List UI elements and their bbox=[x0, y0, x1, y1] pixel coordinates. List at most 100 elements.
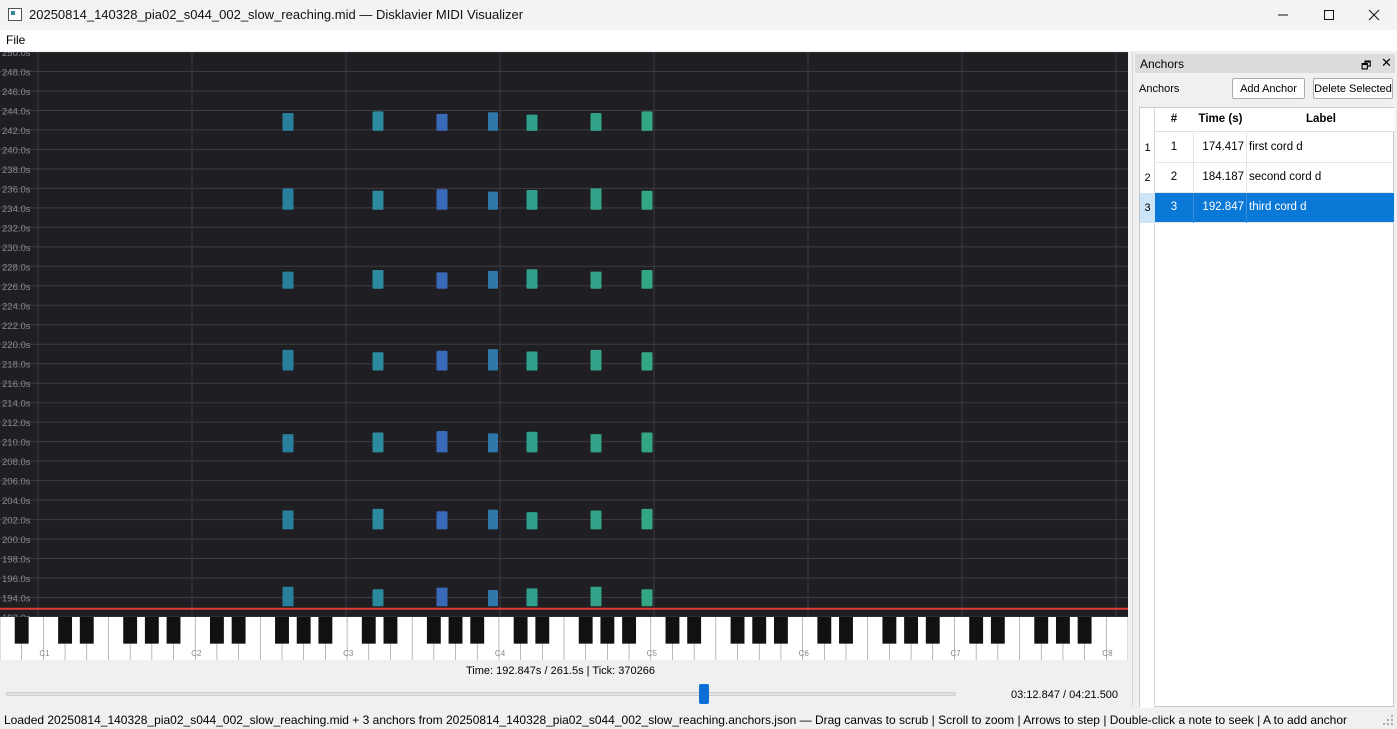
header-label[interactable]: Label bbox=[1247, 113, 1395, 125]
slider-handle[interactable] bbox=[698, 684, 709, 704]
black-key[interactable] bbox=[361, 617, 376, 644]
black-key[interactable] bbox=[123, 617, 138, 644]
black-key[interactable] bbox=[817, 617, 832, 644]
dock-float-icon[interactable]: 🗗 bbox=[1361, 57, 1371, 76]
note-bar[interactable] bbox=[282, 586, 294, 607]
dock-close-icon[interactable]: ✕ bbox=[1381, 55, 1392, 71]
note-bar[interactable] bbox=[590, 188, 602, 210]
note-bar[interactable] bbox=[436, 189, 448, 210]
black-key[interactable] bbox=[470, 617, 485, 644]
black-key[interactable] bbox=[58, 617, 73, 644]
note-bar[interactable] bbox=[282, 113, 294, 131]
note-bar[interactable] bbox=[436, 113, 448, 131]
black-key[interactable] bbox=[969, 617, 984, 644]
cell-label[interactable]: first cord d bbox=[1249, 141, 1303, 153]
note-bar[interactable] bbox=[526, 269, 538, 289]
note-bar[interactable] bbox=[488, 112, 498, 131]
note-bar[interactable] bbox=[372, 352, 384, 371]
note-bar[interactable] bbox=[282, 349, 294, 371]
black-key[interactable] bbox=[990, 617, 1005, 644]
note-bar[interactable] bbox=[436, 350, 448, 371]
piano-roll-canvas[interactable]: 250.0s 248.0s 246.0s 244.0s 242.0s 240.0s 238.… bbox=[0, 52, 1128, 617]
note-bar[interactable] bbox=[641, 352, 653, 371]
cell-num[interactable]: 3 bbox=[1155, 201, 1193, 213]
note-bar[interactable] bbox=[526, 588, 538, 607]
note-bar[interactable] bbox=[641, 508, 653, 530]
note-bar[interactable] bbox=[526, 114, 538, 131]
note-bar[interactable] bbox=[372, 432, 384, 453]
note-bar[interactable] bbox=[488, 349, 498, 371]
note-bar[interactable] bbox=[641, 190, 653, 210]
note-bar[interactable] bbox=[282, 271, 294, 289]
table-row[interactable]: 1 174.417 first cord d bbox=[1155, 133, 1394, 163]
cell-label[interactable]: second cord d bbox=[1249, 171, 1321, 183]
black-key[interactable] bbox=[622, 617, 637, 644]
black-key[interactable] bbox=[209, 617, 224, 644]
black-key[interactable] bbox=[687, 617, 702, 644]
note-bar[interactable] bbox=[372, 270, 384, 289]
note-bar[interactable] bbox=[526, 512, 538, 530]
resize-grip-icon[interactable] bbox=[1382, 714, 1394, 726]
cell-num[interactable]: 1 bbox=[1155, 141, 1193, 153]
anchors-table[interactable]: 123 # Time (s) Label 1 174.417 first cord … bbox=[1139, 107, 1395, 708]
note-bar[interactable] bbox=[590, 510, 602, 530]
add-anchor-button[interactable]: Add Anchor bbox=[1232, 78, 1305, 99]
header-num[interactable]: # bbox=[1155, 113, 1193, 125]
close-button[interactable] bbox=[1351, 0, 1397, 30]
note-bar[interactable] bbox=[641, 589, 653, 607]
note-bar[interactable] bbox=[590, 349, 602, 371]
black-key[interactable] bbox=[275, 617, 289, 644]
black-key[interactable] bbox=[839, 617, 853, 644]
timeline-slider[interactable] bbox=[6, 684, 956, 704]
note-bar[interactable] bbox=[282, 434, 294, 453]
note-bar[interactable] bbox=[590, 434, 602, 453]
black-key[interactable] bbox=[773, 617, 788, 644]
black-key[interactable] bbox=[1055, 617, 1070, 644]
cell-time[interactable]: 184.187 bbox=[1194, 171, 1244, 183]
note-bar[interactable] bbox=[526, 431, 538, 453]
table-row[interactable]: 3 192.847 third cord d bbox=[1155, 193, 1394, 223]
black-key[interactable] bbox=[144, 617, 159, 644]
black-key[interactable] bbox=[1077, 617, 1092, 644]
black-key[interactable] bbox=[318, 617, 333, 644]
note-bar[interactable] bbox=[590, 271, 602, 289]
header-time[interactable]: Time (s) bbox=[1194, 113, 1247, 125]
note-bar[interactable] bbox=[488, 509, 498, 530]
black-key[interactable] bbox=[79, 617, 94, 644]
note-bar[interactable] bbox=[372, 111, 384, 131]
black-key[interactable] bbox=[730, 617, 745, 644]
black-key[interactable] bbox=[383, 617, 398, 644]
black-key[interactable] bbox=[925, 617, 940, 644]
note-bar[interactable] bbox=[590, 586, 602, 607]
note-bar[interactable] bbox=[488, 191, 498, 210]
note-bar[interactable] bbox=[590, 113, 602, 131]
black-key[interactable] bbox=[882, 617, 897, 644]
black-key[interactable] bbox=[665, 617, 680, 644]
cell-label[interactable]: third cord d bbox=[1249, 201, 1307, 213]
delete-selected-button[interactable]: Delete Selected bbox=[1313, 78, 1393, 99]
black-key[interactable] bbox=[426, 617, 441, 644]
cell-time[interactable]: 174.417 bbox=[1194, 141, 1244, 153]
note-bar[interactable] bbox=[488, 433, 498, 453]
black-key[interactable] bbox=[448, 617, 463, 644]
note-bar[interactable] bbox=[488, 590, 498, 607]
black-key[interactable] bbox=[1034, 617, 1049, 644]
note-bar[interactable] bbox=[282, 510, 294, 530]
note-bar[interactable] bbox=[372, 190, 384, 210]
note-bar[interactable] bbox=[526, 189, 538, 210]
black-key[interactable] bbox=[904, 617, 919, 644]
note-bar[interactable] bbox=[436, 272, 448, 289]
row-number[interactable]: 3 bbox=[1140, 193, 1155, 223]
row-number[interactable]: 2 bbox=[1140, 163, 1155, 193]
menu-file[interactable]: File bbox=[6, 33, 25, 47]
black-key[interactable] bbox=[535, 617, 550, 644]
black-key[interactable] bbox=[296, 617, 311, 644]
black-key[interactable] bbox=[513, 617, 528, 644]
black-key[interactable] bbox=[600, 617, 615, 644]
note-bar[interactable] bbox=[641, 111, 653, 131]
black-key[interactable] bbox=[166, 617, 181, 644]
note-bar[interactable] bbox=[372, 508, 384, 530]
note-bar[interactable] bbox=[526, 351, 538, 371]
piano-keyboard[interactable]: C1 C2 C3 C4 C5 C6 C7 C8 bbox=[0, 617, 1128, 660]
note-bar[interactable] bbox=[488, 270, 498, 289]
